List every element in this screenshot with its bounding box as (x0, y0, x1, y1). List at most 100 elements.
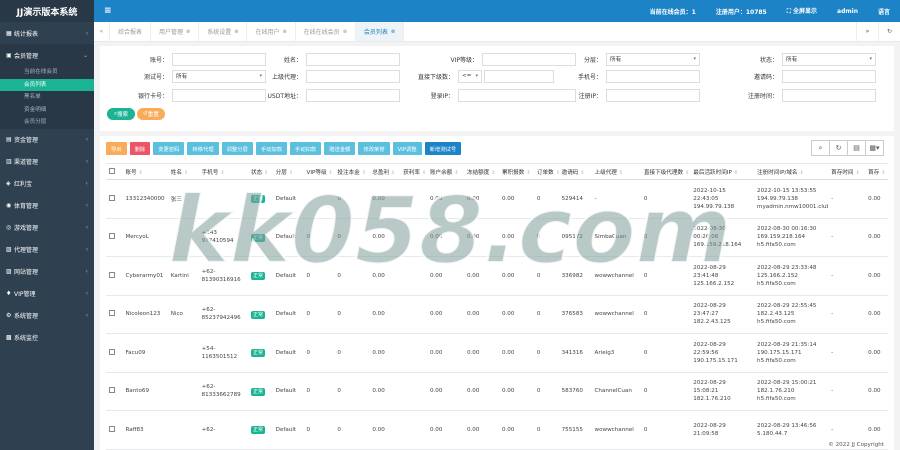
cell-status: 正常 (247, 333, 273, 373)
toolbar-button-7[interactable]: 赠送金额 (324, 142, 356, 155)
column-header[interactable]: 获利率 ⇕ (400, 163, 427, 180)
status-select[interactable]: 所有 (782, 52, 876, 66)
table-row[interactable]: Facu09 +54-1163501512 正常 Default 0 0 0.00 0.00 0… (106, 333, 888, 373)
row-checkbox[interactable] (109, 387, 115, 394)
row-checkbox[interactable] (109, 194, 115, 201)
sidebar-item-members[interactable]: ▣ 会员管理 ⌄ (0, 44, 94, 66)
column-header[interactable]: 首存时间 ⇕ (828, 163, 866, 180)
column-header[interactable]: 邀请码 ⇕ (558, 163, 592, 180)
sidebar-item-system[interactable]: ⚙ 系统管理 ‹ (0, 305, 94, 327)
fullscreen-button[interactable]: ⛶ 全屏显示 (787, 6, 817, 16)
tab-online-users[interactable]: 在线用户 ⊗ (247, 22, 296, 41)
sidebar-item-funds[interactable]: ▤ 资金管理 ‹ (0, 129, 94, 151)
column-header[interactable]: 状态 ⇕ (247, 163, 273, 180)
tier-select[interactable]: 所有 (606, 52, 700, 66)
tab-reports[interactable]: 综合报表 (110, 22, 152, 41)
refresh-icon[interactable]: ↻ (829, 140, 848, 156)
sidebar-sub-blacklist[interactable]: 黑名单 (0, 91, 94, 104)
toolbar-button-2[interactable]: 变更密码 (153, 142, 185, 155)
table-row[interactable]: Raff83 +62- 正常 Default 0 0 0.00 0.00 0.00 0.00 0 75… (106, 410, 888, 450)
sidebar-item-agents[interactable]: ▧ 代理管理 ‹ (0, 239, 94, 261)
row-checkbox[interactable] (109, 310, 115, 317)
column-header[interactable]: 姓名 ⇕ (167, 163, 199, 180)
sidebar-sub-member-list[interactable]: 会员列表 (0, 78, 94, 91)
column-header[interactable]: 注册时间IP/域名 ⇕ (754, 163, 829, 180)
select-all-checkbox[interactable] (109, 167, 115, 174)
toolbar-button-0[interactable]: 导出 (106, 142, 127, 155)
sidebar-item-games[interactable]: ◎ 游戏管理 ‹ (0, 217, 94, 239)
row-checkbox[interactable] (109, 233, 115, 240)
chevron-left-icon: ‹ (85, 202, 88, 209)
toolbar-button-9[interactable]: VIP调整 (392, 142, 422, 155)
name-input[interactable] (306, 52, 400, 66)
filter-row-1: 账号： 姓名： VIP等级： 分层：所有 状态：所有 (100, 52, 894, 66)
toolbar-button-3[interactable]: 转移代理 (187, 142, 219, 155)
tab-settings[interactable]: 系统设置 ⊗ (199, 22, 248, 41)
row-checkbox[interactable] (109, 271, 115, 278)
close-icon[interactable]: ⊗ (343, 29, 347, 35)
column-header[interactable]: 最后活跃时间IP ⇕ (690, 163, 755, 180)
close-icon[interactable]: ⊗ (391, 29, 395, 35)
sidebar-sub-tiers[interactable]: 会员分层 (0, 116, 94, 129)
toolbar-button-4[interactable]: 调整分层 (221, 142, 253, 155)
column-header[interactable]: 总盈利 ⇕ (369, 163, 401, 180)
sidebar-item-monitor[interactable]: ▩ 系统监控 (0, 327, 94, 349)
tabs-scroll-left-icon[interactable]: « (94, 22, 110, 41)
column-header[interactable]: 累积报数 ⇕ (498, 163, 534, 180)
table-row[interactable]: Banto69 +62-81333662789 正常 Default 0 0 0.00 0.0… (106, 372, 888, 411)
column-header[interactable]: 冻结额度 ⇕ (463, 163, 499, 180)
column-header[interactable]: 手机号 ⇕ (198, 163, 248, 180)
toolbar-button-10[interactable]: 新增测试号 (424, 142, 462, 155)
sub-count-operator-select[interactable]: <= (458, 69, 482, 83)
tab-online-members[interactable]: 在线在线会员 ⊗ (296, 22, 356, 41)
refresh-icon[interactable]: ↻ (878, 22, 900, 41)
column-header[interactable]: 直接下级代理数 ⇕ (640, 163, 691, 180)
sidebar-sub-fund-detail[interactable]: 资金明细 (0, 104, 94, 117)
toolbar-button-6[interactable]: 手动扣款 (290, 142, 322, 155)
columns-icon[interactable]: ▦▾ (865, 140, 884, 156)
tabs-scroll-right-icon[interactable]: » (856, 22, 878, 41)
registered-count: 注册用户：10785 (715, 8, 767, 16)
menu-toggle-icon[interactable]: ≡ (104, 6, 112, 16)
table-row[interactable]: Cyberarmy01 Kartini +62-81390316916 正常 Defau… (106, 256, 888, 296)
toolbar-button-5[interactable]: 手动加款 (255, 142, 288, 155)
language-menu[interactable]: 语言 (878, 7, 890, 16)
toggle-view-icon[interactable]: ▤ (847, 140, 866, 156)
reset-button[interactable]: ↺ 重置 (137, 108, 165, 120)
column-header[interactable]: 账户余额 ⇕ (426, 163, 464, 180)
register-time-input[interactable] (782, 88, 876, 102)
column-header[interactable]: 账号 ⇕ (122, 163, 168, 180)
phone-input[interactable] (606, 69, 700, 83)
row-checkbox[interactable] (109, 348, 115, 355)
sidebar-item-bonus[interactable]: ◈ 红利宝 ‹ (0, 173, 94, 195)
table-row[interactable]: Nicoleon123 Nico +62-85237942496 正常 Default 0… (106, 295, 888, 334)
register-ip-input[interactable] (606, 88, 700, 102)
close-icon[interactable]: ⊗ (234, 29, 238, 35)
column-header[interactable]: 上级代理 ⇕ (591, 163, 641, 180)
column-header[interactable]: 首存 ⇕ (865, 163, 888, 180)
tab-member-list[interactable]: 会员列表 ⊗ (355, 22, 405, 41)
column-header[interactable]: VIP等级 ⇕ (303, 163, 335, 180)
sidebar-item-sports[interactable]: ◉ 体育管理 ‹ (0, 195, 94, 217)
column-header[interactable]: 订单数⇕ (533, 163, 559, 180)
sidebar-item-channels[interactable]: ▥ 渠道管理 ‹ (0, 151, 94, 173)
table-row[interactable]: MercyoL +243 977410594 正常 Default 0 0 0.00 0.00… (106, 218, 888, 257)
column-header[interactable]: 分层 ⇕ (272, 163, 304, 180)
cell-vip: 0 (303, 295, 335, 334)
search-toggle-icon[interactable]: ⌕ (811, 140, 830, 156)
table-row[interactable]: 13312340000 张三 正常 Default 0 0.00 0.00 0.00 0.00 0… (106, 179, 888, 219)
search-button[interactable]: ⌕ 搜索 (107, 108, 135, 120)
invite-code-input[interactable] (782, 69, 876, 83)
toolbar-button-8[interactable]: 修改荣誉 (358, 142, 390, 155)
user-menu[interactable]: admin (837, 8, 858, 15)
sidebar-item-reports[interactable]: ▦ 统计报表 ‹ (0, 22, 94, 44)
close-icon[interactable]: ⊗ (186, 29, 190, 35)
column-header[interactable]: 投注本金 ⇕ (334, 163, 370, 180)
sidebar-item-site[interactable]: ▨ 网站管理 ‹ (0, 261, 94, 283)
toolbar-button-1[interactable]: 删除 (129, 142, 151, 155)
sidebar-item-vip[interactable]: ♦ VIP管理 ‹ (0, 283, 94, 305)
sidebar-sub-online[interactable]: 当前在线会员 (0, 66, 94, 79)
row-checkbox[interactable] (109, 425, 115, 432)
close-icon[interactable]: ⊗ (282, 29, 286, 35)
tab-users[interactable]: 用户管理 ⊗ (151, 22, 200, 41)
